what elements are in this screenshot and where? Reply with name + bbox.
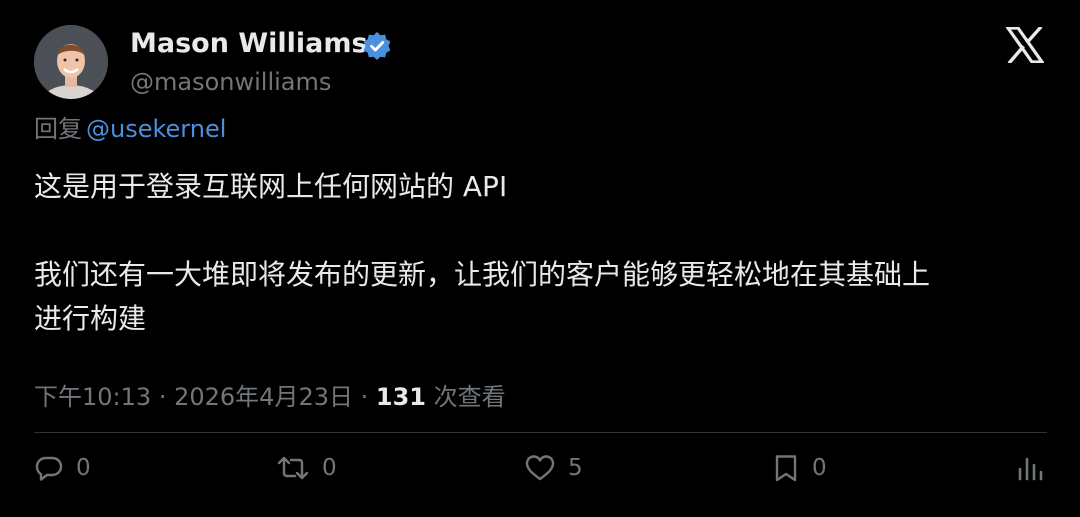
verified-badge-icon (361, 30, 393, 62)
avatar[interactable] (34, 25, 108, 99)
heart-icon (524, 453, 556, 483)
bookmark-icon (772, 453, 800, 483)
bookmark-count: 0 (812, 455, 827, 481)
tweet-time[interactable]: 下午10:13 (34, 383, 151, 411)
views-label: 次查看 (433, 383, 506, 411)
author-name[interactable]: Mason Williams (130, 26, 368, 62)
tweet-paragraph: 进行构建 (34, 302, 147, 335)
stats-button[interactable] (1016, 448, 1046, 488)
like-button[interactable]: 5 (524, 448, 583, 488)
reply-mention-link[interactable]: @usekernel (86, 115, 226, 143)
tweet-date[interactable]: 2026年4月23日 (174, 383, 353, 411)
reply-count: 0 (76, 455, 91, 481)
tweet-paragraph: 我们还有一大堆即将发布的更新，让我们的客户能够更轻松地在其基础上 (34, 258, 931, 291)
reply-icon (34, 453, 64, 483)
repost-count: 0 (322, 455, 337, 481)
stats-icon (1016, 453, 1046, 483)
reply-context: 回复 @usekernel (34, 112, 226, 146)
divider (34, 432, 1047, 433)
x-logo-icon[interactable] (1004, 25, 1046, 65)
tweet-paragraph: 这是用于登录互联网上任何网站的 API (34, 170, 508, 203)
repost-icon (276, 453, 310, 483)
like-count: 5 (568, 455, 583, 481)
tweet-meta: 下午10:13 · 2026年4月23日 · 131 次查看 (34, 380, 506, 414)
author-handle[interactable]: @masonwilliams (130, 64, 331, 100)
views-count: 131 (375, 383, 427, 411)
bookmark-button[interactable]: 0 (772, 448, 827, 488)
tweet-text: 这是用于登录互联网上任何网站的 API 我们还有一大堆即将发布的更新，让我们的客… (34, 165, 1044, 341)
reply-prefix: 回复 (34, 115, 82, 143)
meta-separator: · (158, 383, 167, 411)
reply-button[interactable]: 0 (34, 448, 91, 488)
meta-separator: · (360, 383, 369, 411)
repost-button[interactable]: 0 (276, 448, 337, 488)
